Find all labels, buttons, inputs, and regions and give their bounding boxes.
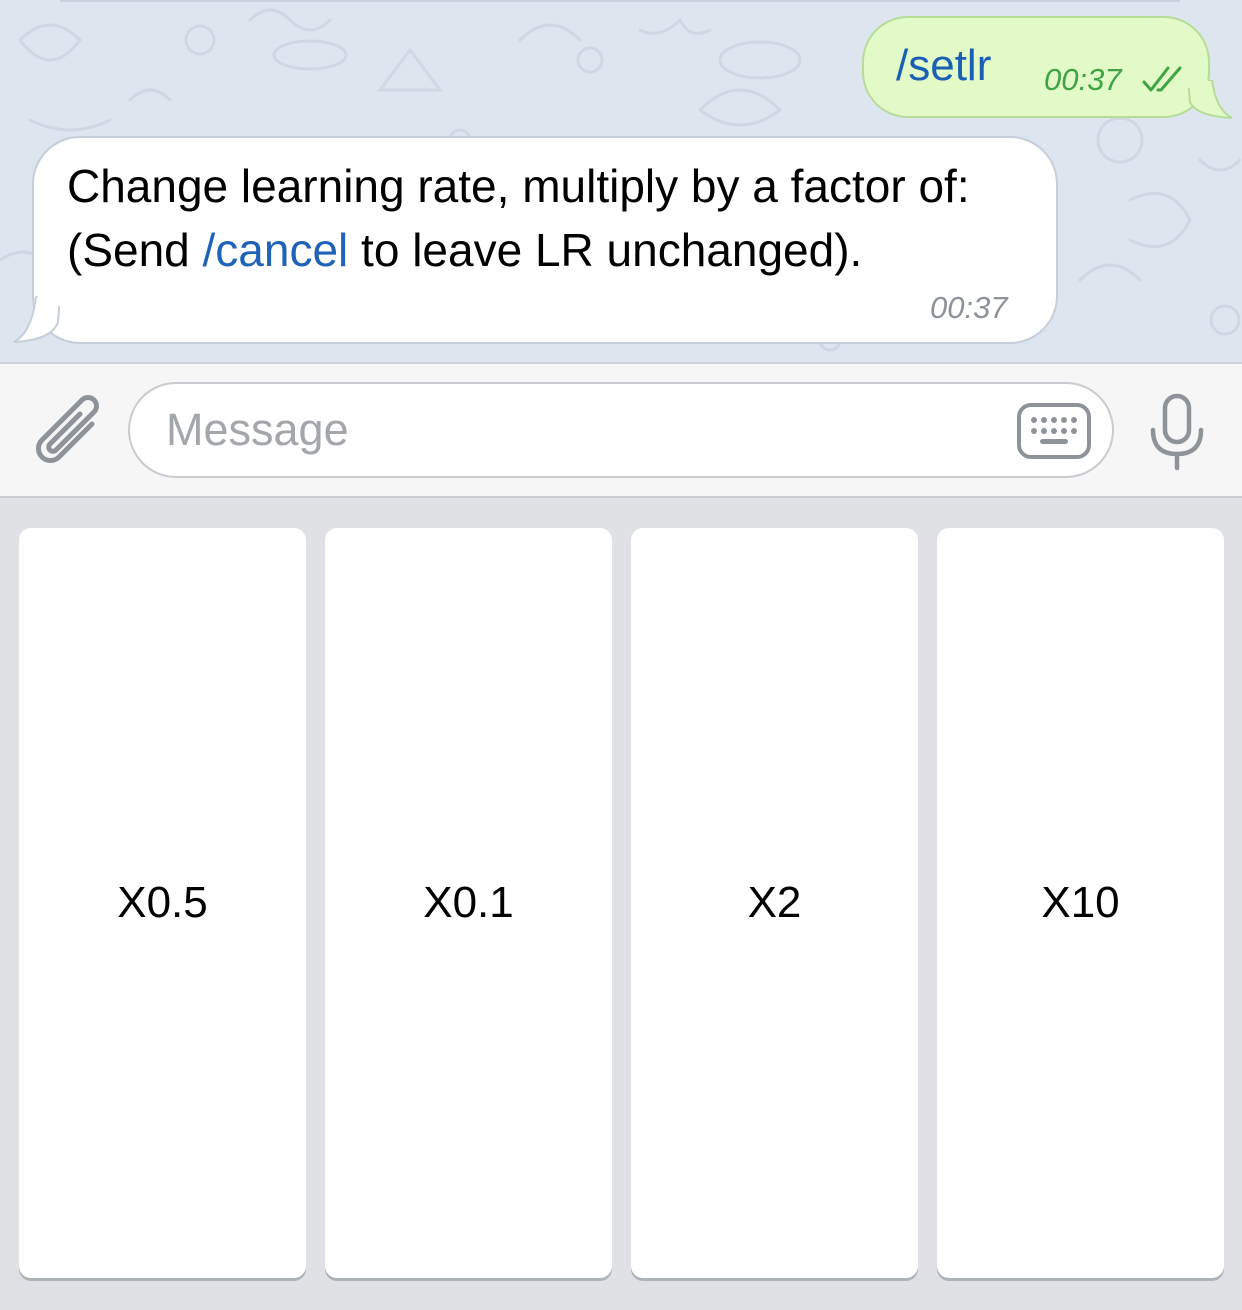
- microphone-icon[interactable]: [1146, 392, 1208, 472]
- cancel-command-link[interactable]: /cancel: [203, 224, 349, 276]
- paperclip-icon[interactable]: [28, 392, 100, 468]
- reply-button-x2[interactable]: X2: [631, 528, 918, 1278]
- incoming-bubble-tail: [13, 296, 62, 343]
- reply-button-x0-1[interactable]: X0.1: [325, 528, 612, 1278]
- outgoing-message-text: /setlr: [896, 41, 992, 90]
- keyboard-icon[interactable]: [1016, 402, 1092, 460]
- incoming-message-time: 00:37: [930, 290, 1008, 325]
- outgoing-message-time: 00:37: [1044, 62, 1122, 97]
- incoming-text-after: to leave LR unchanged).: [348, 224, 863, 276]
- message-input[interactable]: [166, 400, 996, 460]
- incoming-message-text: Change learning rate, multiply by a fact…: [67, 154, 1042, 282]
- top-divider: [60, 0, 1180, 2]
- reply-button-x0-5[interactable]: X0.5: [19, 528, 306, 1278]
- outgoing-bubble-tail: [1186, 80, 1233, 119]
- reply-button-x10[interactable]: X10: [937, 528, 1224, 1278]
- double-check-icon: [1142, 66, 1182, 92]
